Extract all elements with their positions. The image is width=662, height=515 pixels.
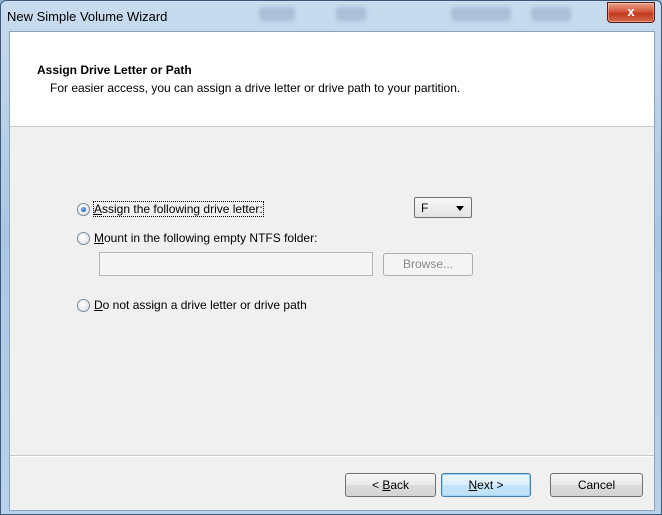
window-title: New Simple Volume Wizard (7, 9, 168, 24)
option-assign-letter[interactable]: Assign the following drive letter: (77, 201, 264, 217)
option-no-letter[interactable]: Do not assign a drive letter or drive pa… (77, 298, 307, 312)
page-title: Assign Drive Letter or Path (37, 63, 192, 77)
back-button[interactable]: < Back (345, 473, 436, 497)
title-bar[interactable]: New Simple Volume Wizard x (1, 1, 661, 31)
option-assign-letter-label[interactable]: Assign the following drive letter: (93, 201, 264, 217)
next-button[interactable]: Next > (441, 473, 531, 497)
browse-button[interactable]: Browse... (383, 253, 473, 276)
wizard-client-area: Assign Drive Letter or Path For easier a… (9, 31, 655, 511)
glass-reflection (336, 7, 366, 21)
wizard-header: Assign Drive Letter or Path For easier a… (10, 32, 654, 127)
radio-mount-folder[interactable] (77, 231, 90, 245)
option-mount-folder-label[interactable]: Mount in the following empty NTFS folder… (94, 231, 317, 245)
radio-assign-letter[interactable] (77, 202, 90, 216)
cancel-button[interactable]: Cancel (550, 473, 643, 497)
page-subtitle: For easier access, you can assign a driv… (50, 81, 461, 95)
option-mount-folder[interactable]: Mount in the following empty NTFS folder… (77, 231, 317, 245)
close-icon: x (627, 4, 635, 19)
glass-reflection (451, 7, 511, 21)
glass-reflection (531, 7, 571, 21)
folder-path-input[interactable] (99, 252, 373, 276)
wizard-window: New Simple Volume Wizard x Assign Drive … (0, 0, 662, 515)
glass-reflection (259, 7, 295, 21)
chevron-down-icon (456, 206, 464, 211)
option-no-letter-label[interactable]: Do not assign a drive letter or drive pa… (94, 298, 307, 312)
footer-divider (10, 455, 654, 457)
close-button[interactable]: x (607, 2, 655, 23)
drive-letter-value: F (421, 201, 429, 215)
drive-letter-select[interactable]: F (414, 197, 472, 218)
radio-no-letter[interactable] (77, 298, 90, 312)
